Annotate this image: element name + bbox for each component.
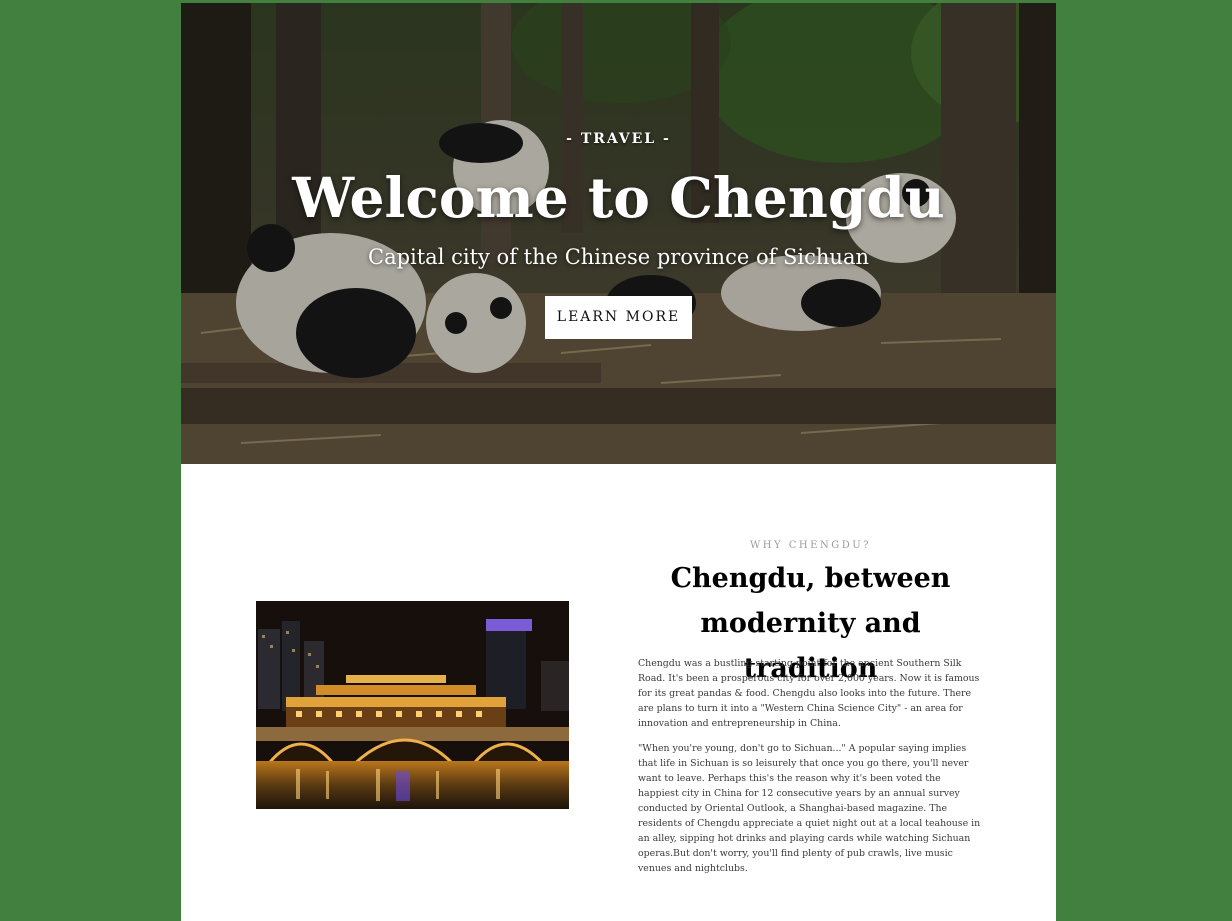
bridge-illustration [256,601,569,809]
hero-subtitle: Capital city of the Chinese province of … [368,245,869,269]
why-paragraph-2: "When you're young, don't go to Sichuan.… [638,743,981,874]
hero-dark-overlay [181,3,1056,464]
learn-more-button[interactable]: LEARN MORE [545,296,692,339]
hero-section: - TRAVEL - Welcome to Chengdu Capital ci… [181,3,1056,464]
why-chengdu-section: WHY CHENGDU? Chengdu, between modernity … [181,464,1056,921]
page-container: - TRAVEL - Welcome to Chengdu Capital ci… [181,3,1056,921]
why-paragraph-1: Chengdu was a bustling starting point fo… [638,658,980,729]
anshun-bridge-night-image [256,601,569,809]
hero-title: Welcome to Chengdu [292,165,945,230]
why-kicker: WHY CHENGDU? [750,540,871,551]
hero-kicker: - TRAVEL - [566,131,671,147]
